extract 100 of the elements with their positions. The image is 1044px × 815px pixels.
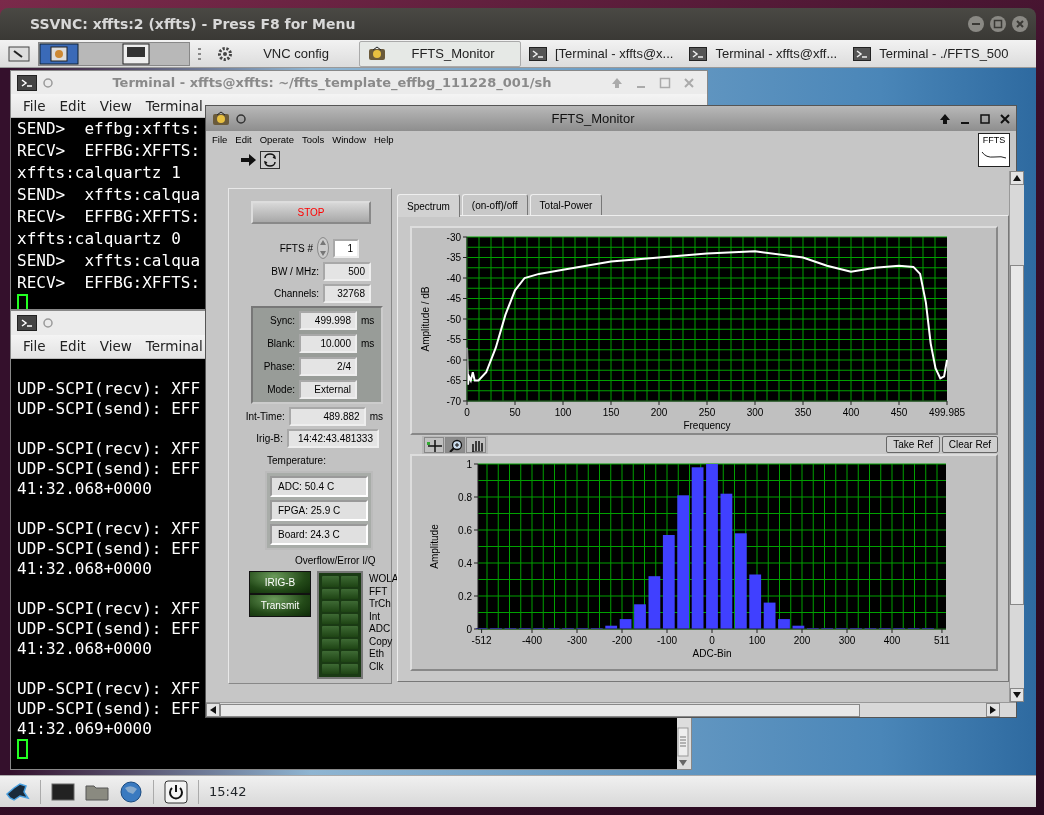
logo: FFTS bbox=[978, 133, 1010, 167]
tick-label: 0 bbox=[709, 635, 715, 646]
value-display: 14:42:43.481333 bbox=[287, 429, 379, 448]
value-display: 500 bbox=[323, 262, 371, 281]
indicator-label: FFT bbox=[369, 585, 389, 598]
terminal-line: 41:32.068+0000 bbox=[17, 639, 152, 658]
value-display: 10.000 bbox=[299, 334, 357, 353]
terminal-line: UDP-SCPI(recv): XFF bbox=[17, 519, 201, 538]
field-label: Mode: bbox=[266, 383, 295, 397]
indicator-label: Clk bbox=[369, 660, 385, 673]
tick-label: -45 bbox=[446, 293, 461, 304]
temperature-reading: Board: 24.3 C bbox=[270, 524, 368, 545]
tick-label: 0 bbox=[466, 623, 472, 635]
terminal-line: UDP-SCPI(send): EFF bbox=[17, 619, 201, 638]
tick-label: -512 bbox=[471, 635, 492, 646]
axis-title: Frequency bbox=[683, 420, 731, 431]
tick-label: -200 bbox=[612, 635, 632, 646]
terminal-line: UDP-SCPI(recv): XFF bbox=[17, 379, 201, 398]
field-label: FFTS # bbox=[278, 241, 313, 256]
section-label: Temperature: bbox=[267, 454, 327, 468]
tick-label: -100 bbox=[657, 635, 677, 646]
terminal-line: RECV> EFFBG:XFFTS: bbox=[17, 272, 201, 292]
value-display: External bbox=[299, 380, 357, 399]
terminal-line: 41:32.069+0000 bbox=[17, 719, 152, 738]
axis-title: Amplitude bbox=[429, 524, 440, 569]
temperature-reading: ADC: 50.4 C bbox=[270, 476, 368, 497]
tick-label: -30 bbox=[446, 231, 461, 243]
indicator-label: WOLA bbox=[369, 573, 399, 586]
tick-label: 300 bbox=[746, 407, 764, 418]
value-display: 499.998 bbox=[299, 311, 357, 330]
tick-label: -60 bbox=[446, 354, 461, 366]
value-display: 489.882 bbox=[288, 407, 366, 426]
terminal-line: SEND> effbg:xffts: bbox=[17, 118, 201, 138]
indicator-label: Copy bbox=[369, 635, 394, 648]
tick-label: 300 bbox=[838, 635, 856, 646]
tick-label: 0.4 bbox=[458, 557, 472, 569]
terminal-line: UDP-SCPI(send): EFF bbox=[17, 459, 201, 478]
terminal-line: RECV> EFFBG:XFFTS: bbox=[17, 140, 201, 160]
tick-label: 200 bbox=[650, 407, 668, 418]
tick-label: 1 bbox=[466, 458, 472, 470]
tick-label: -65 bbox=[446, 375, 461, 386]
indicator-label: TrCh bbox=[369, 598, 392, 611]
terminal-line: UDP-SCPI(send): EFF bbox=[17, 539, 201, 558]
unit-label: ms bbox=[361, 337, 375, 351]
field-label: Channels: bbox=[272, 287, 319, 301]
terminal-line: UDP-SCPI(recv): XFF bbox=[17, 599, 201, 618]
field-label: Phase: bbox=[262, 360, 295, 374]
field-label: BW / MHz: bbox=[270, 265, 319, 279]
indicator-label: Int bbox=[369, 610, 382, 623]
terminal-line: UDP-SCPI(send): EFF bbox=[17, 699, 201, 718]
tick-label: -400 bbox=[522, 635, 542, 646]
tick-label: -40 bbox=[446, 272, 461, 284]
tick-label: 0.8 bbox=[458, 491, 472, 503]
tick-label: 499.985 bbox=[928, 407, 966, 418]
tick-label: 400 bbox=[842, 407, 860, 418]
terminal-line: xffts:calquartz 0 bbox=[17, 228, 181, 248]
tick-label: -50 bbox=[446, 313, 461, 325]
value-display: 2/4 bbox=[299, 357, 357, 376]
value-display: 32768 bbox=[323, 284, 371, 303]
window-title: Terminal - xffts@xffts: ~/ffts_template_effbg_111228_001/sh bbox=[111, 73, 553, 93]
tick-label: 0 bbox=[464, 407, 470, 418]
terminal-line: UDP-SCPI(send): EFF bbox=[17, 399, 201, 418]
terminal-line: xffts:calquartz 1 bbox=[17, 162, 181, 182]
tick-label: 250 bbox=[698, 407, 716, 418]
terminal-line: 41:32.068+0000 bbox=[17, 559, 152, 578]
tick-label: -70 bbox=[446, 395, 461, 407]
unit-label: ms bbox=[361, 314, 375, 328]
temperature-reading: FPGA: 25.9 C bbox=[270, 500, 368, 521]
terminal-line: UDP-SCPI(recv): XFF bbox=[17, 679, 201, 698]
field-label: Blank: bbox=[266, 337, 295, 351]
tick-label: 511 bbox=[933, 635, 950, 646]
window-title: SSVNC: xffts:2 (xffts) - Press F8 for Menu bbox=[30, 14, 356, 34]
tick-label: 450 bbox=[890, 407, 908, 418]
section-label: Overflow/Error I/Q bbox=[295, 554, 377, 568]
window-title: FFTS_Monitor bbox=[550, 109, 636, 128]
field-label: Int-Time: bbox=[244, 410, 285, 424]
tick-label: -55 bbox=[446, 334, 461, 345]
field-label: Irig-B: bbox=[255, 432, 283, 446]
tick-label: 100 bbox=[748, 635, 766, 646]
tick-label: 350 bbox=[794, 407, 812, 418]
axis-title: ADC-Bin bbox=[692, 648, 732, 659]
terminal-line: RECV> EFFBG:XFFTS: bbox=[17, 206, 201, 226]
tick-label: 400 bbox=[883, 635, 901, 646]
field-label: Sync: bbox=[269, 314, 295, 328]
axis-title: Amplitude / dB bbox=[420, 286, 431, 352]
tick-label: 0.2 bbox=[458, 590, 472, 602]
tick-label: 0.6 bbox=[458, 524, 472, 536]
indicator-label: Eth bbox=[369, 648, 385, 661]
unit-label: ms bbox=[369, 410, 383, 424]
indicator-label: ADC bbox=[369, 623, 392, 636]
tick-label: 150 bbox=[602, 407, 620, 418]
tick-label: 100 bbox=[554, 407, 572, 418]
tick-label: 200 bbox=[793, 635, 811, 646]
tick-label: 50 bbox=[509, 407, 521, 418]
tick-label: -35 bbox=[446, 252, 461, 263]
tick-label: -300 bbox=[567, 635, 587, 646]
terminal-line: SEND> xffts:calqua bbox=[17, 250, 201, 270]
terminal-line: UDP-SCPI(recv): XFF bbox=[17, 439, 201, 458]
terminal-line: SEND> xffts:calqua bbox=[17, 184, 201, 204]
clock: 15:42 bbox=[209, 782, 247, 801]
